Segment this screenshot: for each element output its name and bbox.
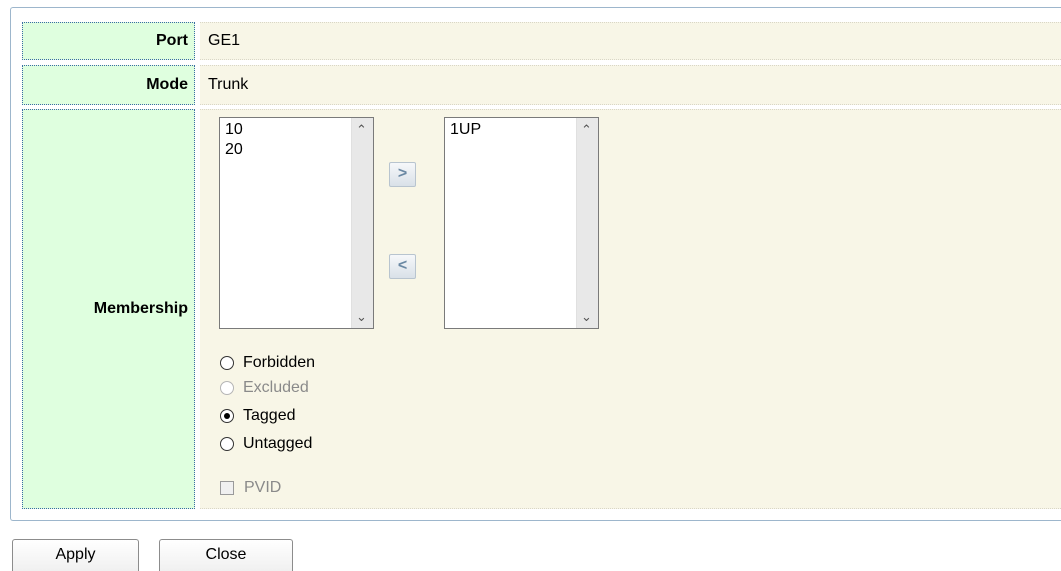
membership-label: Membership (22, 109, 195, 509)
radio-forbidden-circle[interactable] (220, 356, 234, 370)
radio-excluded-label: Excluded (243, 379, 309, 396)
close-button[interactable]: Close (159, 539, 293, 571)
mode-label: Mode (22, 65, 195, 105)
chevron-up-icon[interactable]: ⌃ (581, 123, 592, 137)
selected-list-scrollbar[interactable]: ⌃ ⌄ (576, 118, 598, 328)
radio-tagged[interactable]: Tagged (220, 405, 296, 427)
mode-value: Trunk (208, 76, 249, 93)
selected-vlan-item[interactable]: 1UP (450, 120, 481, 140)
mode-label-text: Mode (146, 76, 188, 93)
chevron-left-icon: < (397, 257, 408, 274)
pvid-label: PVID (244, 479, 282, 496)
port-value-cell: GE1 (200, 22, 1061, 60)
mode-value-cell: Trunk (200, 65, 1061, 105)
available-vlan-item[interactable]: 20 (225, 140, 243, 160)
radio-untagged-circle[interactable] (220, 437, 234, 451)
radio-untagged-label: Untagged (243, 435, 313, 452)
pvid-checkbox[interactable] (220, 481, 234, 495)
chevron-right-icon: > (397, 165, 408, 182)
radio-forbidden[interactable]: Forbidden (220, 352, 315, 374)
chevron-up-icon[interactable]: ⌃ (356, 123, 367, 137)
pvid-option[interactable]: PVID (220, 477, 281, 499)
add-to-selected-button[interactable]: > (389, 162, 416, 187)
selected-vlan-list[interactable]: 1UP ⌃ ⌄ (444, 117, 599, 329)
apply-button[interactable]: Apply (12, 539, 139, 571)
selected-vlan-items: 1UP (450, 120, 481, 140)
membership-label-text: Membership (93, 300, 188, 317)
chevron-down-icon[interactable]: ⌄ (356, 310, 367, 324)
chevron-down-icon[interactable]: ⌄ (581, 310, 592, 324)
port-label-text: Port (156, 32, 188, 49)
radio-tagged-label: Tagged (243, 407, 296, 424)
radio-untagged[interactable]: Untagged (220, 433, 312, 455)
port-value: GE1 (208, 32, 241, 49)
available-vlan-list[interactable]: 10 20 ⌃ ⌄ (219, 117, 374, 329)
radio-excluded-circle[interactable] (220, 381, 234, 395)
radio-excluded[interactable]: Excluded (220, 377, 309, 399)
available-vlan-items: 10 20 (225, 120, 243, 160)
radio-forbidden-label: Forbidden (243, 354, 316, 371)
radio-tagged-circle[interactable] (220, 409, 234, 423)
available-list-scrollbar[interactable]: ⌃ ⌄ (351, 118, 373, 328)
port-label: Port (22, 22, 195, 60)
remove-from-selected-button[interactable]: < (389, 254, 416, 279)
available-vlan-item[interactable]: 10 (225, 120, 243, 140)
